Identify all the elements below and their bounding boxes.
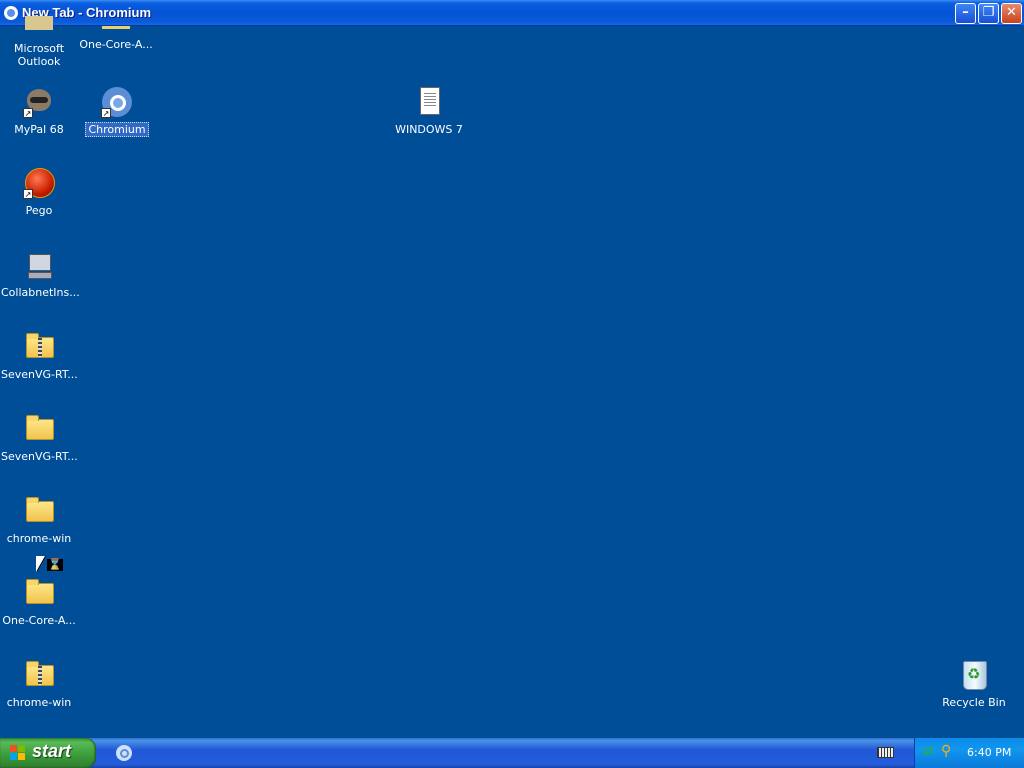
system-tray: ⇄ ⚲ 6:40 PM (914, 738, 1024, 768)
restore-button[interactable]: ❐ (978, 3, 999, 24)
search-icon[interactable]: ⚲ (941, 744, 955, 758)
recycle-bin-icon (958, 659, 990, 691)
folder-icon (23, 577, 55, 609)
chromium-taskbar-icon[interactable] (116, 745, 132, 761)
start-label: start (32, 741, 72, 761)
start-button[interactable]: start (0, 738, 96, 768)
desktop-icon-label: chrome-win (6, 532, 72, 545)
desktop-icon-chromium[interactable]: ↗ Chromium (77, 86, 157, 137)
desktop-icon-label: chrome-win (6, 696, 72, 709)
installer-icon (23, 249, 55, 281)
desktop-icon-label: One-Core-A... (79, 38, 153, 51)
folder-icon (23, 495, 55, 527)
windows-flag-icon (10, 745, 26, 761)
window-title-bar[interactable]: New Tab - Chromium – ❐ ✕ (0, 0, 1024, 26)
desktop-icon-sevenvg-zip[interactable]: SevenVG-RT... (0, 331, 79, 382)
hourglass-icon: ⌛ (47, 558, 63, 571)
pego-icon: ↗ (23, 167, 55, 199)
busy-cursor-icon: ⌛ (36, 556, 63, 578)
desktop-icon-label: One-Core-A... (2, 614, 76, 627)
desktop-icon-label: Pego (25, 204, 53, 217)
desktop-icon-label: SevenVG-RT... (1, 450, 78, 463)
desktop-icon-chrome-win-zip[interactable]: chrome-win (0, 659, 79, 710)
chromium-icon: ↗ (101, 86, 133, 118)
arrow-cursor-icon (36, 556, 45, 572)
zip-folder-icon (23, 331, 55, 363)
desktop-icon-collabnet[interactable]: CollabnetIns... (0, 249, 80, 300)
desktop-icon-one-core-a[interactable]: One-Core-A... (0, 577, 79, 628)
desktop-icon-label: Chromium (85, 122, 149, 137)
minimize-button[interactable]: – (955, 3, 976, 24)
desktop-icon-label: CollabnetIns... (1, 286, 80, 299)
desktop-icon-label: MyPal 68 (14, 123, 64, 136)
desktop-icon-pego[interactable]: ↗ Pego (0, 167, 79, 218)
taskbar: start ⇄ ⚲ 6:40 PM (0, 738, 1024, 768)
desktop-icon-chrome-win-folder[interactable]: chrome-win (0, 495, 79, 546)
desktop-icon-recycle-bin[interactable]: Recycle Bin (934, 659, 1014, 710)
desktop-icon-label: Recycle Bin (942, 696, 1006, 709)
clock[interactable]: 6:40 PM (967, 746, 1011, 759)
keyboard-icon[interactable] (877, 747, 894, 758)
network-icon[interactable]: ⇄ (923, 745, 937, 759)
mypal-icon: ↗ (23, 86, 55, 118)
zip-folder-icon (23, 659, 55, 691)
desktop-icon-microsoft-outlook[interactable]: Microsoft Outlook (0, 16, 79, 69)
desktop-icon-label: Microsoft Outlook (13, 42, 65, 68)
outlook-icon (23, 16, 55, 42)
folder-icon (23, 413, 55, 445)
text-document-icon (413, 86, 445, 118)
close-button[interactable]: ✕ (1001, 3, 1022, 24)
chromium-icon (4, 6, 18, 20)
desktop-icon-mypal[interactable]: ↗ MyPal 68 (0, 86, 79, 137)
desktop-icon-label: WINDOWS 7 (395, 123, 463, 136)
desktop-icon-windows7[interactable]: WINDOWS 7 (389, 86, 469, 137)
desktop-icon-label: SevenVG-RT... (1, 368, 78, 381)
desktop-icon-one-core-a-top[interactable]: One-Core-A... (76, 26, 156, 52)
desktop-icon-sevenvg-folder[interactable]: SevenVG-RT... (0, 413, 79, 464)
